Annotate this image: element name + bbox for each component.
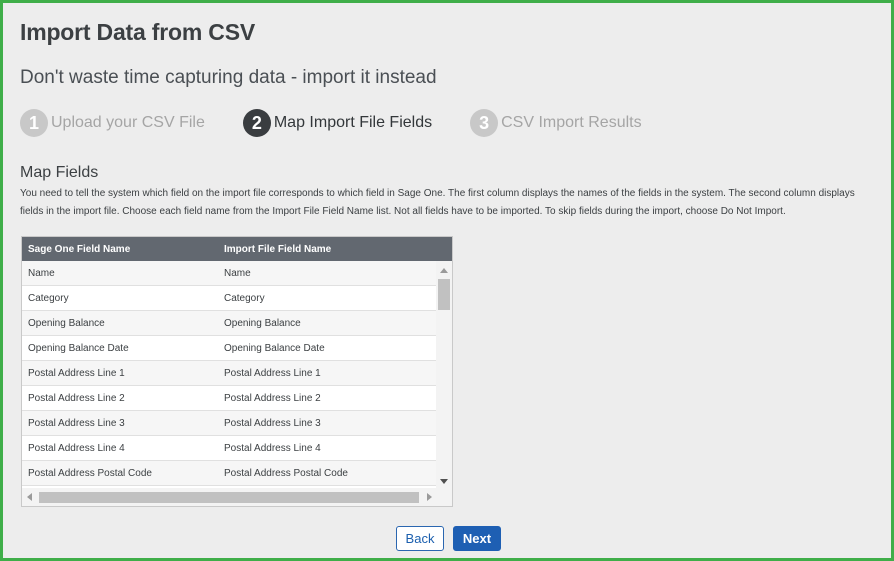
sage-field-cell: Postal Address Line 4 [28,442,125,454]
sage-field-cell: Postal Address Line 2 [28,392,125,404]
step-1-number-icon: 1 [20,109,48,137]
step-3-label: CSV Import Results [501,114,642,131]
vertical-scrollbar[interactable] [436,261,452,489]
table-row[interactable]: Opening Balance Opening Balance [22,311,436,336]
back-button[interactable]: Back [396,526,444,551]
section-description: You need to tell the system which field … [20,188,855,217]
next-button[interactable]: Next [453,526,501,551]
table-row[interactable]: Opening Balance Date Opening Balance Dat… [22,336,436,361]
table-row[interactable]: Postal Address Postal Code Postal Addres… [22,461,436,486]
step-1-label: Upload your CSV File [51,114,205,131]
section-title: Map Fields [20,164,99,181]
table-row[interactable]: Category Category [22,286,436,311]
triangle-up-icon[interactable] [440,268,448,273]
sage-field-cell: Opening Balance Date [28,342,129,354]
table-row[interactable]: Postal Address Line 2 Postal Address Lin… [22,386,436,411]
page-subtitle: Don't waste time capturing data - import… [20,67,437,88]
table-row[interactable]: Name Name [22,261,436,286]
import-field-cell[interactable]: Opening Balance Date [218,343,325,354]
sage-field-cell: Category [28,292,69,304]
import-window: Import Data from CSV Don't waste time ca… [0,0,894,561]
wizard-steps: 1 Upload your CSV File 2 Map Import File… [20,109,680,137]
import-field-cell[interactable]: Postal Address Postal Code [218,468,348,479]
sage-field-cell: Name [28,267,55,279]
table-row[interactable]: Postal Address Line 3 Postal Address Lin… [22,411,436,436]
table-row[interactable]: Postal Address Line 1 Postal Address Lin… [22,361,436,386]
import-field-cell[interactable]: Postal Address Line 2 [218,393,321,404]
sage-field-cell: Postal Address Line 1 [28,367,125,379]
step-import-results: 3 CSV Import Results [470,109,642,137]
step-2-label: Map Import File Fields [273,114,433,131]
grid-body: Name Name Category Category Opening Bala… [22,261,436,489]
triangle-down-icon[interactable] [440,479,448,484]
table-row[interactable]: Postal Address Line 4 Postal Address Lin… [22,436,436,461]
sage-field-cell: Postal Address Postal Code [28,467,152,479]
import-field-cell[interactable]: Postal Address Line 4 [218,443,321,454]
triangle-left-icon[interactable] [27,493,32,501]
horizontal-scroll-thumb[interactable] [39,492,419,503]
page-title: Import Data from CSV [20,19,255,45]
grid-header: Sage One Field Name Import File Field Na… [22,237,452,261]
import-field-cell[interactable]: Category [218,293,265,304]
sage-field-cell: Postal Address Line 3 [28,417,125,429]
vertical-scroll-thumb[interactable] [438,279,450,310]
import-field-cell[interactable]: Opening Balance [218,318,301,329]
import-field-cell[interactable]: Name [218,268,251,279]
import-field-cell[interactable]: Postal Address Line 1 [218,368,321,379]
step-3-number-icon: 3 [470,109,499,137]
column-header-sage-field[interactable]: Sage One Field Name [22,244,218,255]
sage-field-cell: Opening Balance [28,317,105,329]
field-mapping-grid: Sage One Field Name Import File Field Na… [21,236,453,507]
triangle-right-icon[interactable] [427,493,432,501]
step-upload-csv: 1 Upload your CSV File [20,109,205,137]
column-header-import-field[interactable]: Import File Field Name [218,244,331,255]
import-field-cell[interactable]: Postal Address Line 3 [218,418,321,429]
step-map-fields: 2 Map Import File Fields [242,109,433,137]
step-2-number-icon: 2 [242,109,271,137]
horizontal-scrollbar[interactable] [22,488,452,506]
